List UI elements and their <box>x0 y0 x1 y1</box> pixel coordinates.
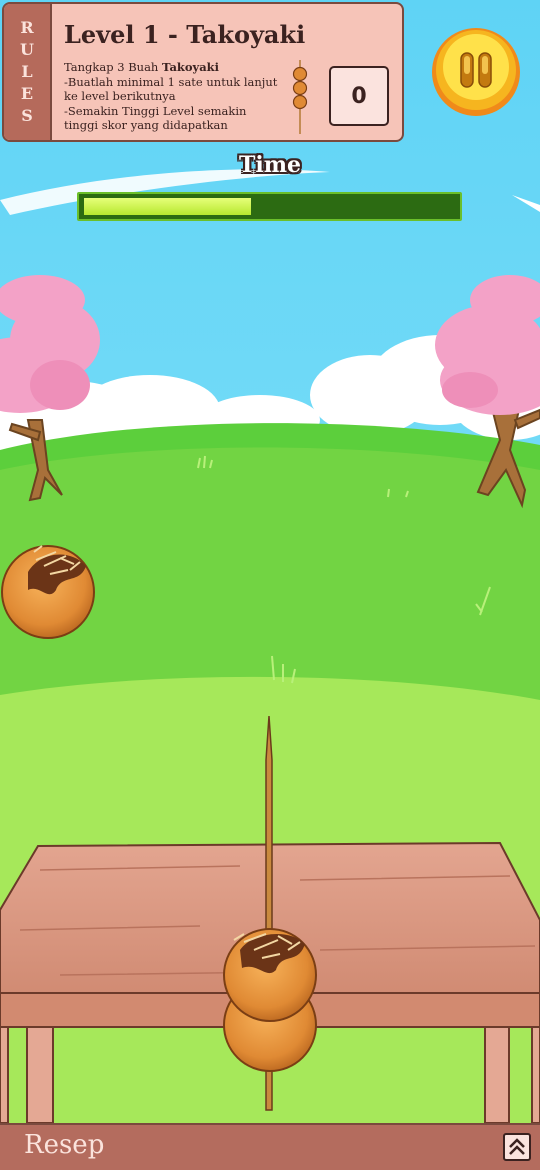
recipe-label: Resep <box>24 1130 105 1160</box>
rules-letter: E <box>20 84 34 103</box>
double-chevron-up-icon <box>509 1138 525 1155</box>
rules-letter: L <box>21 62 33 81</box>
level-title: Level 1 - Takoyaki <box>64 20 306 49</box>
pause-button[interactable] <box>431 27 521 117</box>
skewer-icon <box>292 60 308 134</box>
rules-letter: R <box>20 18 34 37</box>
rules-letter: S <box>21 106 33 125</box>
skewered-takoyaki <box>223 928 317 1072</box>
time-label: Time <box>238 152 301 178</box>
rules-line-1-bold: Takoyaki <box>162 60 220 74</box>
time-bar-fill <box>84 198 251 215</box>
recipe-bar[interactable]: Resep <box>0 1123 540 1170</box>
rules-letter: U <box>20 40 34 59</box>
score-counter: 0 <box>329 66 389 126</box>
expand-button[interactable] <box>503 1133 531 1161</box>
time-bar <box>77 192 462 221</box>
rules-line-3: -Semakin Tinggi Level semakin tinggi sko… <box>64 103 247 133</box>
falling-takoyaki <box>1 545 95 639</box>
rules-tab[interactable]: R U L E S <box>4 4 52 140</box>
rules-line-2: -Buatlah minimal 1 sate untuk lanjut ke … <box>64 74 278 104</box>
rules-panel: R U L E S Level 1 - Takoyaki Tangkap 3 B… <box>2 2 404 142</box>
rules-line-1: Tangkap 3 Buah Takoyaki <box>64 60 284 75</box>
rules-text: Tangkap 3 Buah Takoyaki -Buatlah minimal… <box>64 60 284 133</box>
rules-line-1-prefix: Tangkap 3 Buah <box>64 60 162 74</box>
